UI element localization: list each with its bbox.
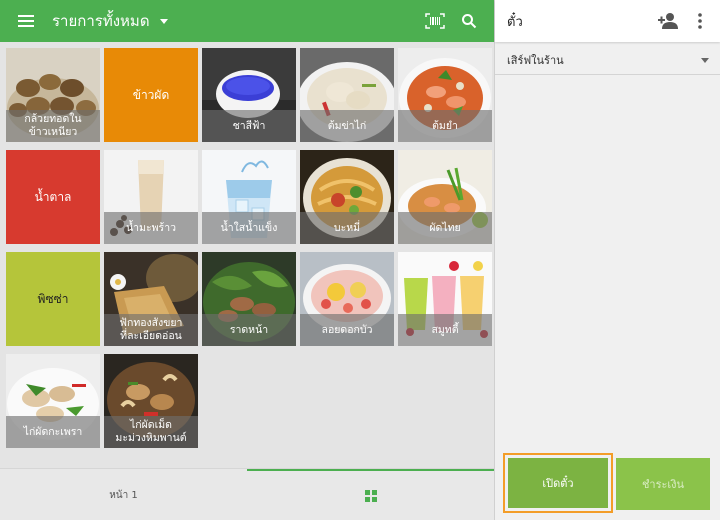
item-tile-cashew-chicken[interactable]: ไก่ผัดเม็ด มะม่วงหิมพานต์ [104, 354, 198, 448]
item-label: ข้าวผัด [132, 87, 170, 102]
item-tile-pad-thai[interactable]: ผัดไทย [398, 150, 492, 244]
ticket-panel: ตั๋ว เสิร์ฟในร้าน [494, 0, 720, 520]
divider [495, 74, 720, 75]
item-label: สมูทตี้ [398, 314, 492, 346]
item-label: น้ำใสน้ำแข็ง [202, 212, 296, 244]
add-person-icon[interactable] [657, 10, 679, 32]
open-tickets-button[interactable]: เปิดตั๋ว [508, 458, 608, 508]
category-title[interactable]: รายการทั้งหมด [52, 9, 150, 33]
item-tile-sugar[interactable]: น้ำตาล [6, 150, 100, 244]
page-bar: หน้า 1 [0, 468, 494, 520]
item-label: ราดหน้า [202, 314, 296, 346]
charge-button[interactable]: ชำระเงิน [616, 458, 710, 510]
item-tile-smoothie[interactable]: สมูทตี้ [398, 252, 492, 346]
item-label: ชาสีฟ้า [202, 110, 296, 142]
ticket-header: ตั๋ว [495, 0, 720, 42]
item-grid: กล้วยทอดใน ข้าวเหนียว ข้าวผัด ชาสีฟ้า ต้… [0, 42, 494, 468]
menu-icon[interactable] [0, 0, 52, 42]
item-tile-noodles[interactable]: บะหมี่ [300, 150, 394, 244]
item-tile-pumpkin-custard[interactable]: ฟักทองสังขยา ที่ละเอียดอ่อน [104, 252, 198, 346]
item-label: ฟักทองสังขยา ที่ละเอียดอ่อน [104, 314, 198, 346]
item-tile-fried-rice[interactable]: ข้าวผัด [104, 48, 198, 142]
item-tile-tom-yum[interactable]: ต้มยำ [398, 48, 492, 142]
item-tile-ice-water[interactable]: น้ำใสน้ำแข็ง [202, 150, 296, 244]
item-label: น้ำตาล [34, 189, 72, 204]
item-label: ลอยดอกบัว [300, 314, 394, 346]
item-tile-rad-na[interactable]: ราดหน้า [202, 252, 296, 346]
item-label: ผัดไทย [398, 212, 492, 244]
caret-down-icon[interactable] [159, 18, 168, 24]
item-tile-blue-tea[interactable]: ชาสีฟ้า [202, 48, 296, 142]
item-label: บะหมี่ [300, 212, 394, 244]
item-tile-loy-dok-bua[interactable]: ลอยดอกบัว [300, 252, 394, 346]
item-label: ต้มข่าไก่ [300, 110, 394, 142]
grid-icon[interactable] [247, 469, 494, 520]
item-tile-basil-chicken[interactable]: ไก่ผัดกะเพรา [6, 354, 100, 448]
item-tile-pizza[interactable]: พิซซ่า [6, 252, 100, 346]
more-vert-icon[interactable] [693, 11, 707, 31]
search-icon[interactable] [452, 0, 486, 42]
item-tile-fried-banana[interactable]: กล้วยทอดใน ข้าวเหนียว [6, 48, 100, 142]
item-label: กล้วยทอดใน ข้าวเหนียว [6, 110, 100, 142]
item-label: ต้มยำ [398, 110, 492, 142]
top-app-bar: รายการทั้งหมด [0, 0, 494, 42]
barcode-icon[interactable] [418, 0, 452, 42]
item-label: น้ำมะพร้าว [104, 212, 198, 244]
ticket-title: ตั๋ว [507, 14, 523, 30]
dining-option-value: เสิร์ฟในร้าน [507, 54, 564, 67]
item-label: ไก่ผัดกะเพรา [6, 416, 100, 448]
chevron-down-icon [701, 58, 709, 63]
page-tab-1[interactable]: หน้า 1 [0, 469, 247, 520]
item-label: ไก่ผัดเม็ด มะม่วงหิมพานต์ [104, 416, 198, 448]
open-tickets-highlight: เปิดตั๋ว [503, 453, 613, 513]
item-tile-coconut-water[interactable]: น้ำมะพร้าว [104, 150, 198, 244]
item-label: พิซซ่า [37, 291, 69, 306]
dining-option-select[interactable]: เสิร์ฟในร้าน [507, 48, 711, 72]
item-tile-tom-kha-gai[interactable]: ต้มข่าไก่ [300, 48, 394, 142]
